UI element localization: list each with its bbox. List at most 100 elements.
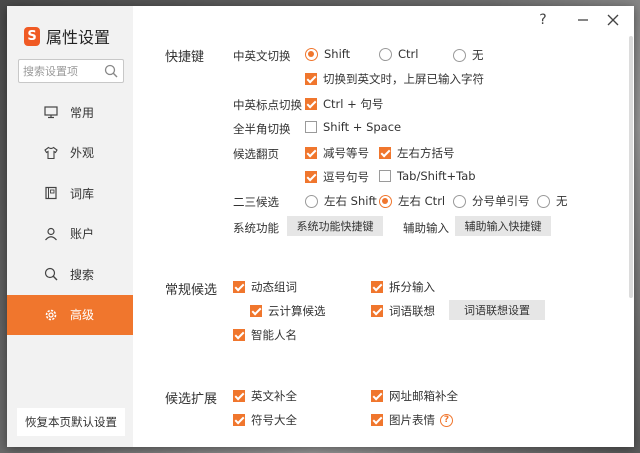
radio-cn-en-shift[interactable]: Shift [305, 47, 350, 61]
checkbox-indicator [379, 170, 391, 182]
radio-indicator [305, 47, 318, 61]
checkbox-english-complete[interactable]: 英文补全 [233, 388, 297, 404]
word-association-settings-button[interactable]: 词语联想设置 [449, 300, 545, 320]
aux-shortcut-button[interactable]: 辅助输入快捷键 [455, 216, 551, 236]
option-label: Ctrl + 句号 [323, 97, 384, 111]
checkbox-symbols[interactable]: 符号大全 [233, 412, 297, 428]
checkbox-commit-on-switch[interactable]: 切换到英文时，上屏已输入字符 [305, 71, 484, 87]
scrollbar[interactable] [626, 36, 634, 447]
checkbox-dynamic-words[interactable]: 动态组词 [233, 279, 297, 295]
book-icon [45, 187, 57, 200]
sidebar-item-label: 词库 [70, 186, 95, 201]
option-label: 无 [556, 194, 568, 208]
question-icon[interactable]: ? [440, 413, 453, 427]
option-label: 无 [472, 48, 484, 62]
option-label: 拆分输入 [389, 280, 435, 294]
radio-indicator [537, 194, 550, 208]
sidebar-item-dictionary[interactable]: 词库 [7, 173, 133, 214]
option-label: 符号大全 [251, 413, 297, 427]
sidebar-item-label: 账户 [70, 227, 95, 242]
checkbox-indicator [305, 73, 317, 85]
option-label: 图片表情 [389, 413, 435, 427]
monitor-icon [44, 106, 58, 119]
page-flip-label: 候选翻页 [233, 147, 279, 161]
checkbox-image-emoji[interactable]: 图片表情 ? [371, 412, 453, 428]
sidebar-item-label: 常用 [70, 105, 95, 120]
sidebar-item-advanced[interactable]: 高级 [7, 294, 133, 335]
checkbox-indicator [371, 281, 383, 293]
checkbox-word-association[interactable]: 词语联想 [371, 303, 435, 319]
sogou-logo-icon: S [24, 26, 40, 46]
sidebar-item-common[interactable]: 常用 [7, 92, 133, 133]
option-label: 网址邮箱补全 [389, 389, 458, 403]
checkbox-indicator [379, 147, 391, 159]
checkbox-indicator [371, 414, 383, 426]
radio-lr-ctrl[interactable]: 左右 Ctrl [379, 193, 445, 209]
checkbox-comma-period[interactable]: 逗号句号 [305, 169, 369, 185]
option-label: 左右 Ctrl [398, 194, 446, 208]
punct-switch-label: 中英标点切换 [233, 98, 302, 112]
checkbox-indicator [305, 171, 317, 183]
settings-content: 快捷键 中英文切换 Shift Ctrl 无 切换到英文时，上屏已输入字符 中英… [133, 6, 634, 447]
checkbox-tab[interactable]: Tab/Shift+Tab [379, 169, 476, 183]
sidebar-item-account[interactable]: 账户 [7, 214, 133, 255]
option-label: 词语联想 [389, 304, 435, 318]
second-third-label: 二三候选 [233, 195, 279, 209]
sidebar-item-search[interactable]: 搜索 [7, 254, 133, 295]
system-func-label: 系统功能 [233, 221, 279, 235]
checkbox-split-input[interactable]: 拆分输入 [371, 279, 435, 295]
checkbox-cloud-candidates[interactable]: 云计算候选 [250, 303, 326, 319]
gear-icon [45, 309, 57, 321]
aux-input-label: 辅助输入 [403, 221, 449, 235]
sidebar-item-label: 外观 [70, 146, 95, 161]
radio-lr-shift[interactable]: 左右 Shift [305, 193, 377, 209]
sidebar-nav: 常用 外观 词库 账户 搜索 高级 [7, 92, 133, 335]
checkbox-url-email-complete[interactable]: 网址邮箱补全 [371, 388, 458, 404]
option-label: 左右方括号 [397, 146, 455, 160]
checkbox-indicator [305, 121, 317, 133]
option-label: 左右 Shift [324, 194, 377, 208]
radio-indicator [453, 48, 466, 62]
checkbox-width-switch[interactable]: Shift + Space [305, 120, 401, 134]
option-label: Tab/Shift+Tab [397, 169, 476, 183]
checkbox-punct-switch[interactable]: Ctrl + 句号 [305, 96, 383, 112]
radio-second-none[interactable]: 无 [537, 193, 568, 209]
option-label: 切换到英文时，上屏已输入字符 [323, 72, 484, 86]
radio-indicator [305, 194, 318, 208]
section-title-shortcuts: 快捷键 [165, 50, 205, 65]
sidebar-item-label: 搜索 [70, 267, 95, 282]
sidebar-item-appearance[interactable]: 外观 [7, 133, 133, 174]
option-label: 英文补全 [251, 389, 297, 403]
option-label: Shift + Space [323, 120, 402, 134]
shirt-icon [44, 146, 58, 159]
checkbox-minus-equal[interactable]: 减号等号 [305, 145, 369, 161]
scrollbar-thumb[interactable] [629, 36, 633, 298]
radio-cn-en-ctrl[interactable]: Ctrl [379, 47, 418, 61]
search-box [18, 59, 124, 83]
radio-semicolon-quote[interactable]: 分号单引号 [453, 193, 530, 209]
sidebar: S 属性设置 常用 外观 [7, 6, 133, 447]
search-input[interactable] [19, 60, 99, 82]
option-label: 动态组词 [251, 280, 297, 294]
radio-cn-en-none[interactable]: 无 [453, 47, 484, 63]
option-label: 逗号句号 [323, 170, 369, 184]
checkbox-indicator [305, 147, 317, 159]
option-label: 减号等号 [323, 146, 369, 160]
option-label: 智能人名 [251, 328, 297, 342]
system-shortcut-button[interactable]: 系统功能快捷键 [287, 216, 383, 236]
radio-indicator [379, 47, 392, 61]
option-label: 分号单引号 [472, 194, 530, 208]
search-icon[interactable] [104, 64, 118, 78]
restore-defaults-button[interactable]: 恢复本页默认设置 [17, 408, 125, 436]
checkbox-indicator [371, 305, 383, 317]
radio-indicator [379, 194, 392, 208]
checkbox-indicator [371, 390, 383, 402]
option-label: Ctrl [398, 47, 419, 61]
checkbox-brackets[interactable]: 左右方括号 [379, 145, 455, 161]
checkbox-indicator [233, 329, 245, 341]
checkbox-smart-names[interactable]: 智能人名 [233, 327, 297, 343]
option-label: Shift [324, 47, 351, 61]
checkbox-indicator [233, 390, 245, 402]
search-icon [44, 268, 58, 281]
option-label: 云计算候选 [268, 304, 326, 318]
